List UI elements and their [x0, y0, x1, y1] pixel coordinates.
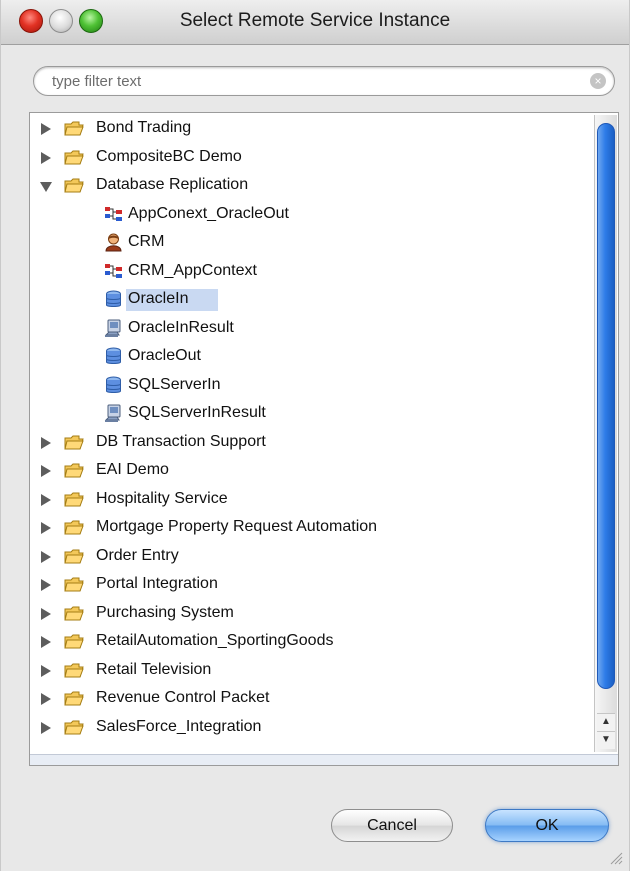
database-icon: [104, 347, 123, 366]
tree-item-label: Revenue Control Packet: [96, 689, 270, 706]
expand-triangle-icon[interactable]: [41, 151, 51, 164]
tree-item-row[interactable]: SQLServerInResult: [30, 401, 590, 427]
tree-folder-row[interactable]: SalesForce_Integration: [30, 715, 590, 741]
expand-triangle-icon[interactable]: [41, 579, 51, 591]
filter-placeholder: type filter text: [52, 73, 142, 90]
expand-triangle-icon[interactable]: [41, 465, 51, 477]
tree-folder-row[interactable]: Revenue Control Packet: [30, 686, 590, 712]
tree-folder-row[interactable]: Mortgage Property Request Automation: [30, 515, 590, 541]
tree-item-row[interactable]: OracleInResult: [30, 316, 590, 342]
tree-item-label: DB Transaction Support: [96, 432, 266, 450]
tree-item-row[interactable]: CRM: [30, 230, 590, 256]
service-tree[interactable]: Bond Trading CompositeBC Demo Database Rep…: [29, 112, 619, 766]
person-icon: [104, 233, 123, 252]
tree-item-label: SQLServerIn: [128, 375, 221, 393]
tree-item-label: Hospitality Service: [96, 489, 228, 507]
database-icon: [104, 290, 123, 309]
tree-folder-row[interactable]: Retail Television: [30, 658, 590, 684]
tree-item-row[interactable]: CRM_AppContext: [30, 259, 590, 285]
folder-icon: [64, 121, 84, 136]
vertical-scrollbar[interactable]: ▲ ▼: [594, 115, 617, 752]
tree-folder-row[interactable]: Purchasing System: [30, 601, 590, 627]
tree-folder-row[interactable]: CompositeBC Demo: [30, 145, 590, 171]
title-bar[interactable]: Select Remote Service Instance: [1, 0, 629, 45]
folder-icon: [64, 463, 84, 478]
expand-triangle-icon[interactable]: [41, 636, 51, 648]
tree-item-label: SalesForce_Integration: [96, 717, 262, 735]
tree-item-label: RetailAutomation_SportingGoods: [96, 632, 334, 649]
tree-item-label: EAI Demo: [96, 461, 169, 478]
ok-button[interactable]: OK: [485, 809, 609, 842]
expand-triangle-icon[interactable]: [41, 607, 51, 620]
folder-icon: [64, 178, 84, 193]
tree-item-label: OracleInResult: [128, 318, 234, 336]
tree-item-label: Mortgage Property Request Automation: [96, 518, 378, 535]
clear-search-icon[interactable]: ×: [590, 73, 606, 89]
expand-triangle-icon[interactable]: [41, 522, 51, 534]
tree-item-row[interactable]: AppConext_OracleOut: [30, 202, 590, 228]
tree-item-label: Portal Integration: [96, 575, 218, 592]
tree-item-label: CRM: [128, 233, 165, 250]
tree-item-label: Purchasing System: [96, 603, 234, 621]
tree-item-label: Bond Trading: [96, 119, 192, 136]
tree-folder-row[interactable]: Database Replication: [30, 173, 590, 199]
folder-icon: [64, 663, 84, 678]
tree-item-label: SQLServerInResult: [128, 404, 266, 421]
tree-folder-row[interactable]: DB Transaction Support: [30, 430, 590, 456]
filter-search-field[interactable]: type filter text ×: [33, 66, 615, 96]
tree-folder-row[interactable]: Order Entry: [30, 544, 590, 570]
tree-folder-row[interactable]: Bond Trading: [30, 116, 590, 142]
app-context-icon: [104, 262, 123, 281]
tree-item-row[interactable]: OracleIn: [30, 287, 590, 313]
tree-bottom-strip: [30, 754, 618, 765]
folder-icon: [64, 549, 84, 564]
tree-item-label: OracleIn: [128, 290, 189, 307]
expand-triangle-icon[interactable]: [41, 550, 51, 563]
database-icon: [104, 376, 123, 395]
folder-icon: [64, 435, 84, 450]
tree-folder-row[interactable]: RetailAutomation_SportingGoods: [30, 629, 590, 655]
window-title: Select Remote Service Instance: [179, 10, 451, 31]
scroll-up-button[interactable]: ▲: [597, 713, 615, 731]
tree-item-label: OracleOut: [128, 347, 201, 364]
tree-item-label: AppConext_OracleOut: [128, 204, 289, 222]
tree-item-row[interactable]: OracleOut: [30, 344, 590, 370]
tree-folder-row[interactable]: EAI Demo: [30, 458, 590, 484]
scroll-thumb[interactable]: [597, 123, 615, 689]
tree-item-label: CompositeBC Demo: [96, 147, 242, 165]
computer-icon: [104, 319, 123, 338]
tree-item-label: CRM_AppContext: [128, 261, 257, 279]
tree-item-label: Database Replication: [96, 176, 249, 193]
folder-icon: [64, 520, 84, 535]
folder-icon: [64, 492, 84, 507]
folder-icon: [64, 720, 84, 735]
expand-triangle-icon[interactable]: [41, 664, 51, 677]
folder-icon: [64, 691, 84, 706]
cancel-button[interactable]: Cancel: [331, 809, 453, 842]
folder-icon: [64, 577, 84, 592]
dialog-window: Select Remote Service Instance type filt…: [0, 0, 630, 871]
folder-icon: [64, 150, 84, 165]
tree-item-label: Order Entry: [96, 546, 179, 564]
app-context-icon: [104, 205, 123, 224]
collapse-triangle-icon[interactable]: [40, 182, 52, 192]
expand-triangle-icon[interactable]: [41, 493, 51, 506]
resize-grip-icon[interactable]: [609, 851, 623, 865]
tree-item-row[interactable]: SQLServerIn: [30, 373, 590, 399]
tree-folder-row[interactable]: Hospitality Service: [30, 487, 590, 513]
expand-triangle-icon[interactable]: [41, 436, 51, 449]
folder-icon: [64, 606, 84, 621]
tree-item-label: Retail Television: [96, 660, 212, 678]
folder-icon: [64, 634, 84, 649]
computer-icon: [104, 404, 123, 423]
expand-triangle-icon[interactable]: [41, 123, 51, 135]
tree-folder-row[interactable]: Portal Integration: [30, 572, 590, 598]
expand-triangle-icon[interactable]: [41, 693, 51, 705]
scroll-down-button[interactable]: ▼: [597, 731, 615, 749]
expand-triangle-icon[interactable]: [41, 721, 51, 734]
